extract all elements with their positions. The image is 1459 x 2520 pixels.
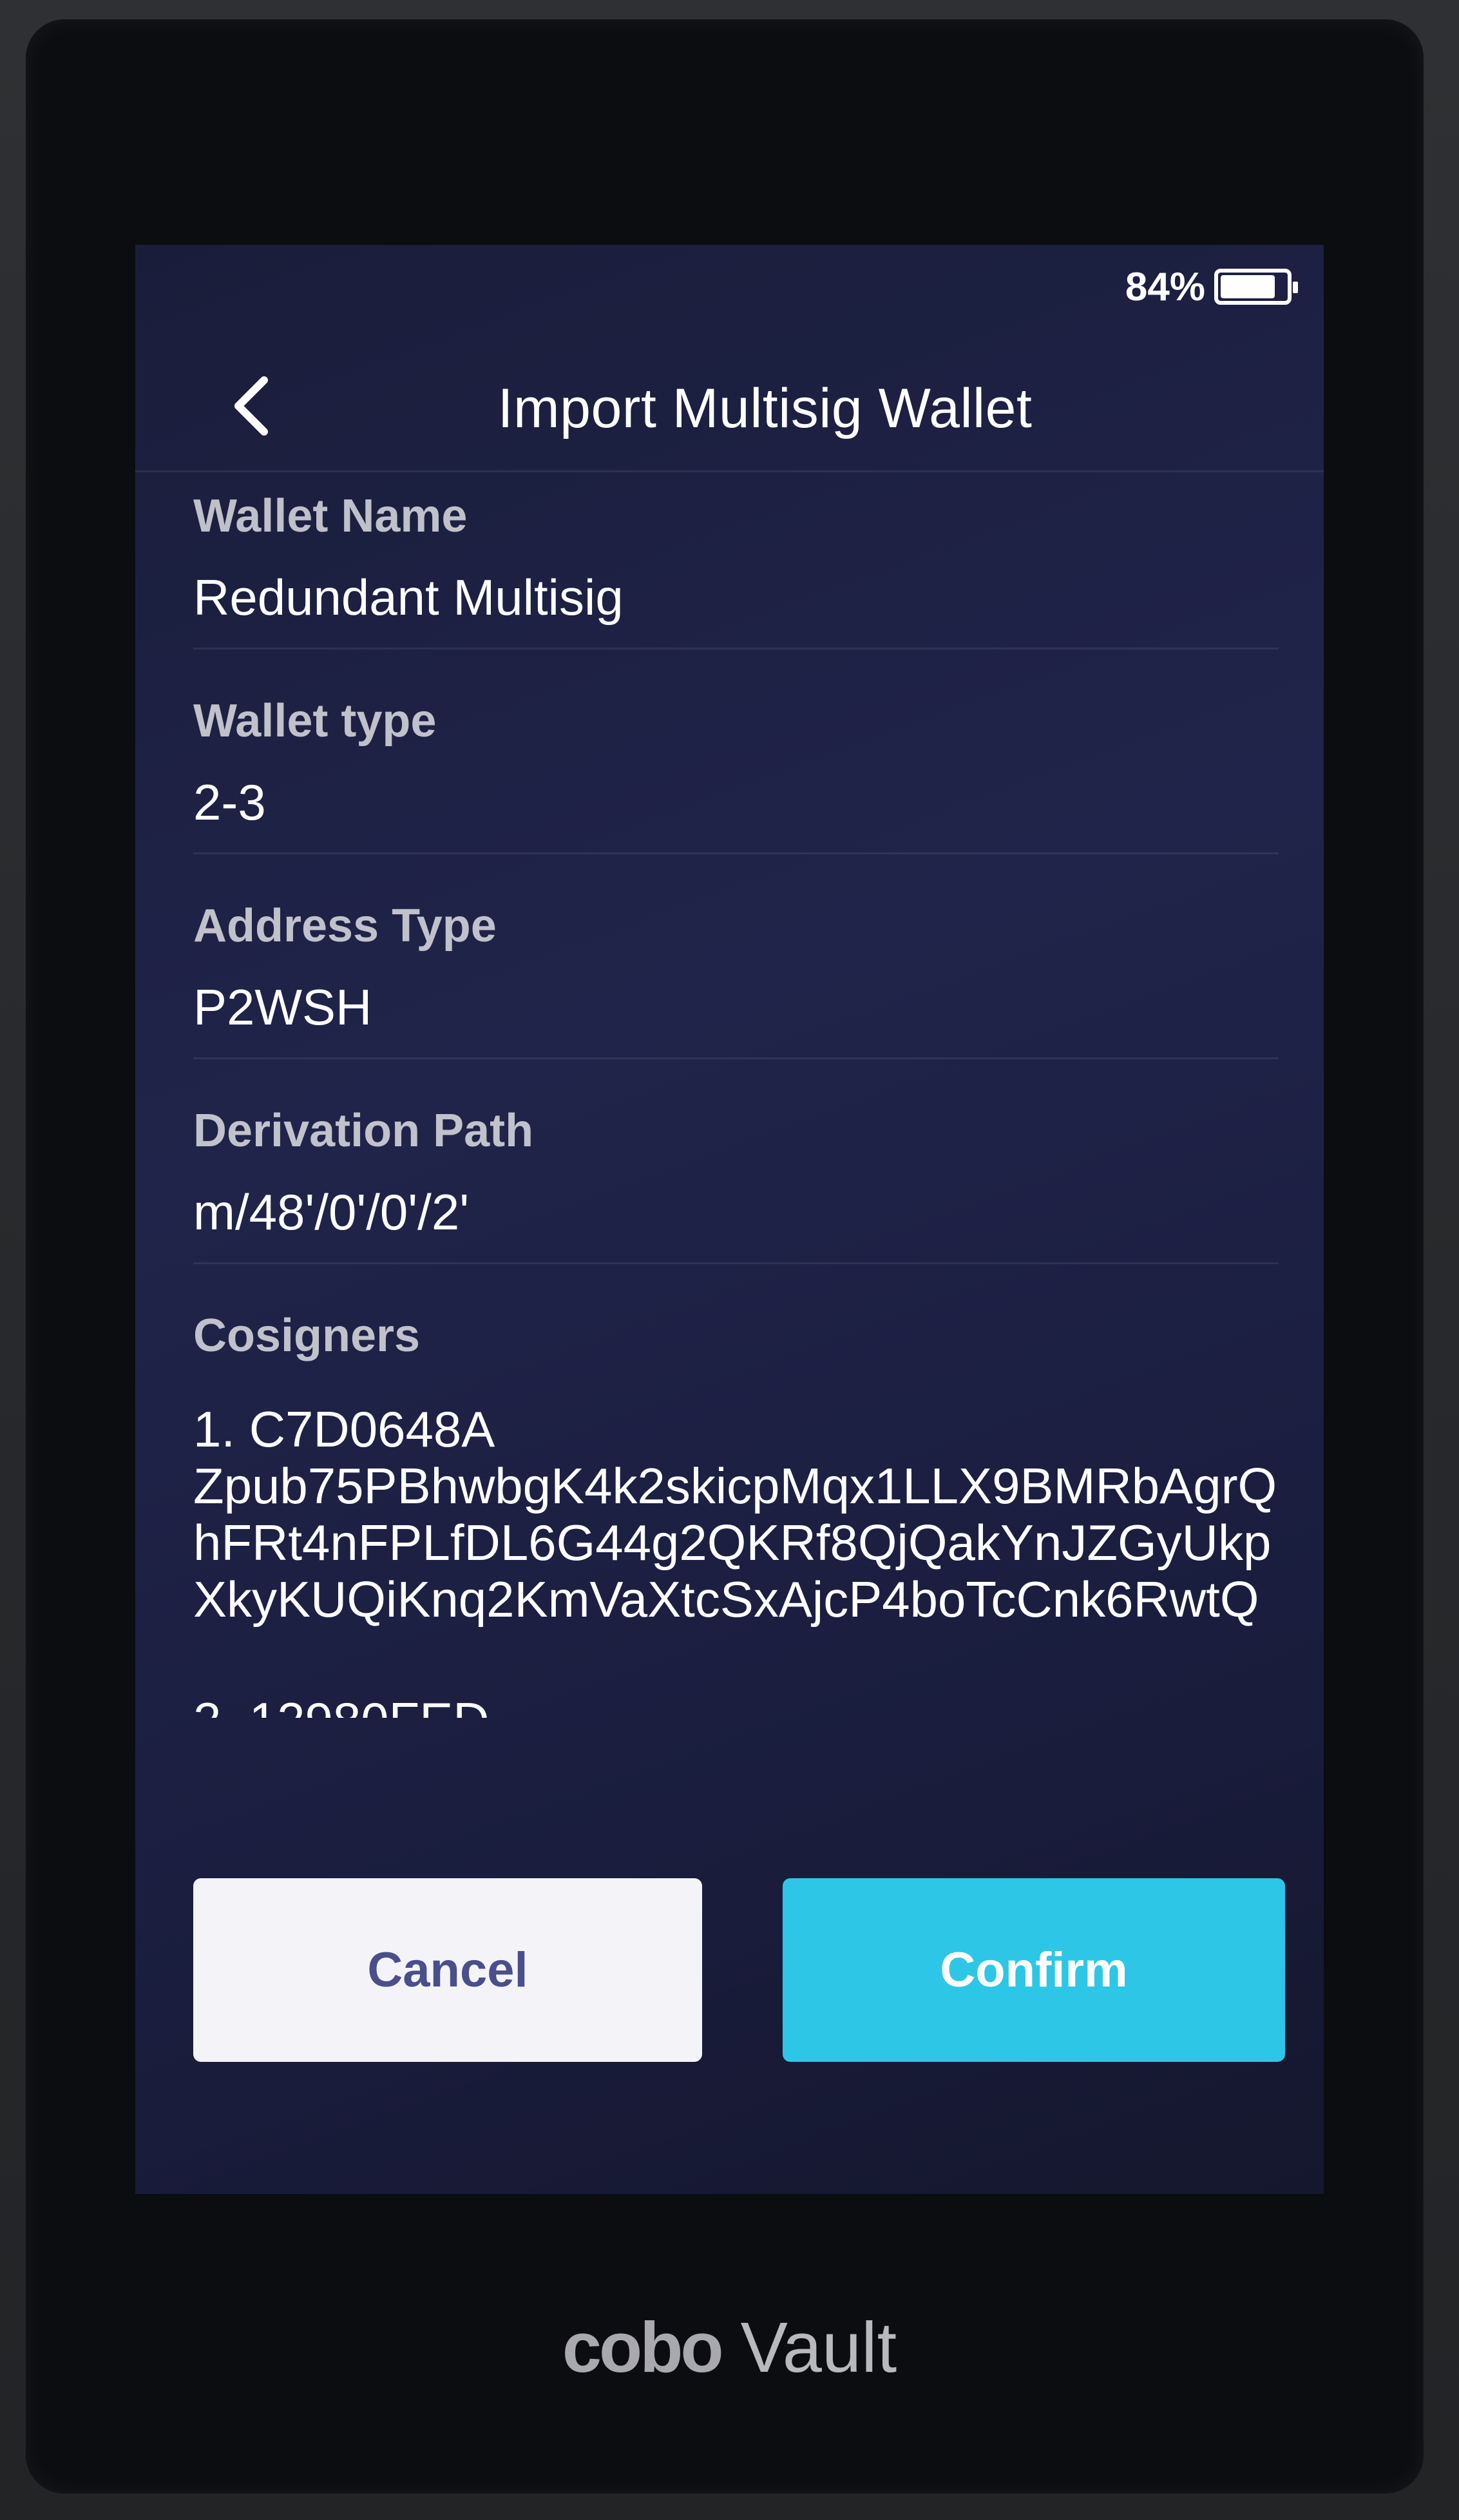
header: Import Multisig Wallet — [135, 341, 1324, 472]
cosigner-xpub: Zpub75PBhwbgK4k2skicpMqx1LLX9BMRbAgrQhFR… — [193, 1457, 1277, 1628]
status-bar: 84% — [1125, 258, 1298, 316]
page-title: Import Multisig Wallet — [497, 378, 1033, 439]
derivation-path-field: Derivation Path m/48'/0'/0'/2' — [193, 1104, 1279, 1264]
battery-icon — [1214, 269, 1298, 305]
cosigner-item: 1. C7D0648A Zpub75PBhwbgK4k2skicpMqx1LLX… — [193, 1401, 1279, 1628]
wallet-type-field: Wallet type 2-3 — [193, 695, 1279, 854]
address-type-label: Address Type — [193, 900, 497, 952]
cosigners-label: Cosigners — [193, 1310, 421, 1361]
wallet-name-label: Wallet Name — [193, 490, 468, 542]
battery-percent: 84% — [1125, 264, 1205, 309]
battery-fill — [1221, 275, 1275, 298]
action-buttons: Cancel Confirm — [193, 1878, 1285, 2065]
address-type-value: P2WSH — [193, 979, 372, 1035]
cancel-button[interactable]: Cancel — [193, 1878, 702, 2062]
wallet-type-value: 2-3 — [193, 774, 266, 831]
screen: 84% Import Multisig Wallet Wallet Name R… — [135, 245, 1324, 2194]
wallet-name-field: Wallet Name Redundant Multisig — [193, 490, 1279, 649]
wallet-type-label: Wallet type — [193, 695, 437, 747]
device-body: 84% Import Multisig Wallet Wallet Name R… — [0, 0, 1459, 2520]
cosigner-fingerprint: 2. 12980FED — [193, 1692, 1279, 1718]
derivation-path-value: m/48'/0'/0'/2' — [193, 1184, 470, 1240]
cosigner-fingerprint: 1. C7D0648A — [193, 1401, 495, 1457]
cobo-logo: cobo — [562, 2308, 724, 2387]
vault-wordmark: Vault — [740, 2308, 897, 2387]
wallet-name-value: Redundant Multisig — [193, 569, 624, 626]
confirm-button[interactable]: Confirm — [783, 1878, 1285, 2062]
address-type-field: Address Type P2WSH — [193, 899, 1279, 1059]
cosigner-item: 2. 12980FED — [193, 1692, 1279, 1718]
derivation-path-label: Derivation Path — [193, 1105, 534, 1157]
brand-logo: cobo Vault — [0, 2307, 1459, 2389]
